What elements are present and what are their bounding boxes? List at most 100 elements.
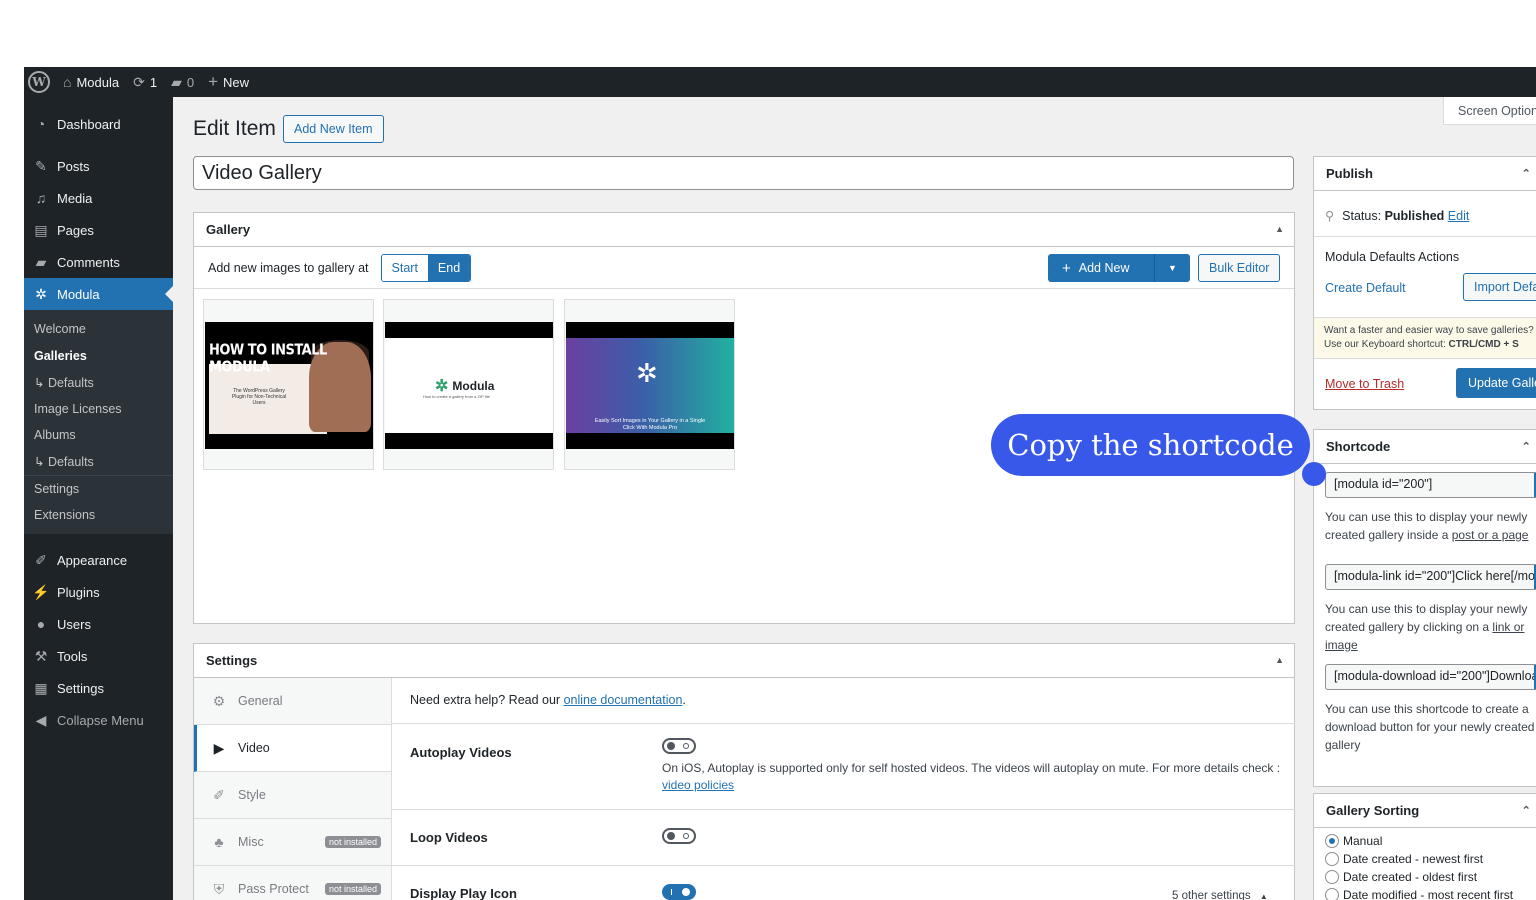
submenu-settings[interactable]: Settings [24, 475, 173, 502]
shortcode-input[interactable]: [modula id="200"] [1325, 472, 1536, 498]
wrench-icon: ⚒ [34, 647, 48, 664]
video-policies-link[interactable]: video policies [662, 778, 734, 792]
collapse-arrow-icon[interactable]: ▲ [1275, 655, 1284, 665]
submenu-galleries[interactable]: Galleries [24, 343, 173, 370]
menu-users[interactable]: ● Users [24, 608, 173, 640]
page-title: Edit Item [193, 117, 276, 140]
play-icon: ▶ [213, 739, 225, 756]
shapes-icon: ♣ [214, 834, 224, 850]
admin-sidebar: ◔ Dashboard ✎ Posts ♫ Media ▤ Pages ▰ Comment… [24, 97, 173, 900]
autoplay-toggle[interactable] [662, 738, 696, 754]
radio-button[interactable] [1325, 888, 1339, 900]
thumbnail-image: The WordPress Gallery Plugin for Non-Tec… [205, 322, 373, 449]
menu-posts[interactable]: ✎ Posts [24, 150, 173, 182]
radio-button[interactable] [1325, 852, 1339, 866]
shortcode-box-header[interactable]: Shortcode ⌃⌄ [1314, 430, 1536, 464]
submenu-albums[interactable]: Albums [24, 422, 173, 449]
pin-icon: ✎ [35, 157, 47, 174]
edit-status-link[interactable]: Edit [1448, 209, 1470, 223]
post-or-page-link[interactable]: post or a page [1452, 528, 1529, 542]
plus-icon: + [1062, 259, 1071, 277]
image-link[interactable]: image [1325, 638, 1358, 652]
move-to-trash-link[interactable]: Move to Trash [1325, 377, 1404, 391]
menu-appearance[interactable]: ✐ Appearance [24, 544, 173, 576]
collapse-arrow-icon[interactable]: ▲ [1275, 224, 1284, 234]
thumbnail-image: ✲ Modula How to create a gallery from a Z… [385, 322, 553, 449]
menu-collapse[interactable]: ◀ Collapse Menu [24, 704, 173, 736]
link-or-image-link[interactable]: link or [1492, 620, 1524, 634]
gallery-sorting-header[interactable]: Gallery Sorting ⌃⌄ [1314, 794, 1536, 828]
page-icon: ▤ [34, 221, 48, 238]
comments-link[interactable]: ▰ 0 [164, 67, 201, 97]
status-badge: not installed [324, 836, 381, 848]
submenu-image-licenses[interactable]: Image Licenses [24, 396, 173, 423]
create-default-link[interactable]: Create Default [1325, 281, 1406, 295]
screen-options-button[interactable]: Screen Options [1443, 97, 1536, 125]
shortcode-description: You can use this shortcode to create a d… [1325, 702, 1535, 752]
wordpress-logo-icon[interactable]: W [28, 71, 50, 93]
new-content-link[interactable]: + New [201, 67, 256, 97]
keyboard-shortcut-notice: Want a faster and easier way to save gal… [1314, 317, 1536, 359]
add-new-item-button[interactable]: Add New Item [283, 115, 384, 143]
gallery-thumbnail[interactable]: ✲ Easily Sort Images in Your Gallery in … [564, 299, 735, 470]
autoplay-setting-row: Autoplay Videos On iOS, Autoplay is supp… [392, 723, 1295, 809]
tab-general[interactable]: ⚙ General [194, 678, 391, 725]
menu-dashboard[interactable]: ◔ Dashboard [24, 108, 173, 140]
comment-icon: ▰ [35, 253, 47, 270]
publish-box-header[interactable]: Publish ⌃⌄ [1314, 157, 1536, 191]
menu-comments[interactable]: ▰ Comments [24, 246, 173, 278]
play-icon-toggle[interactable] [662, 884, 696, 900]
move-arrows-icon[interactable]: ⌃⌄ [1522, 804, 1536, 817]
link-shortcode-input[interactable]: [modula-link id="200"]Click here[/modula… [1325, 564, 1536, 590]
documentation-link[interactable]: online documentation [564, 693, 683, 707]
tab-pass-protect[interactable]: ⛨ Pass Protect not installed [194, 866, 391, 900]
menu-media[interactable]: ♫ Media [24, 182, 173, 214]
gallery-toolbar: Add new images to gallery at Start End +… [194, 247, 1294, 289]
move-arrows-icon[interactable]: ⌃⌄ [1522, 167, 1536, 180]
settings-postbox-header[interactable]: Settings ▲ [194, 644, 1294, 678]
updates-link[interactable]: ⟳ 1 [126, 67, 164, 97]
sort-option-newest[interactable]: Date created - newest first [1325, 850, 1536, 868]
radio-button[interactable] [1325, 870, 1339, 884]
sort-option-oldest[interactable]: Date created - oldest first [1325, 868, 1536, 886]
import-default-button[interactable]: Import Default [1463, 273, 1536, 301]
shortcode-box: Shortcode ⌃⌄ [modula id="200"] You can u… [1313, 429, 1536, 787]
submenu-gallery-defaults[interactable]: ↳ Defaults [24, 369, 173, 396]
download-shortcode-input[interactable]: [modula-download id="200"]Download[/modu… [1325, 664, 1536, 690]
gallery-postbox-header[interactable]: Gallery ▲ [194, 213, 1294, 247]
gallery-thumbnail[interactable]: The WordPress Gallery Plugin for Non-Tec… [203, 299, 374, 470]
end-option[interactable]: End [427, 254, 471, 281]
insert-position-toggle: Start End [380, 253, 472, 282]
other-settings-toggle[interactable]: 5 other settings ▲ [1172, 890, 1268, 900]
settings-tabs: ⚙ General ▶ Video ✐ Style ♣ Misc not installe… [194, 678, 392, 900]
menu-tools[interactable]: ⚒ Tools [24, 640, 173, 672]
shortcode-description: You can use this to display your newly c… [1325, 602, 1528, 652]
post-title-input[interactable]: Video Gallery [193, 156, 1294, 190]
sort-option-modified[interactable]: Date modified - most recent first [1325, 886, 1536, 900]
brush-icon: ✐ [213, 786, 225, 803]
start-option[interactable]: Start [381, 254, 428, 281]
submenu-welcome[interactable]: Welcome [24, 316, 173, 343]
add-new-media-button[interactable]: + Add New ▼ [1048, 254, 1190, 282]
settings-icon: ▦ [34, 679, 48, 696]
gallery-thumbnail[interactable]: ✲ Modula How to create a gallery from a Z… [383, 299, 554, 470]
move-arrows-icon[interactable]: ⌃⌄ [1522, 440, 1536, 453]
comment-icon: ▰ [171, 73, 182, 90]
submenu-extensions[interactable]: Extensions [24, 502, 173, 529]
menu-pages[interactable]: ▤ Pages [24, 214, 173, 246]
loop-toggle[interactable] [662, 828, 696, 844]
tab-misc[interactable]: ♣ Misc not installed [194, 819, 391, 866]
tab-video[interactable]: ▶ Video [194, 725, 391, 772]
menu-modula[interactable]: ✲ Modula [24, 278, 173, 310]
modula-logo-icon: ✲ [435, 378, 449, 395]
tab-style[interactable]: ✐ Style [194, 772, 391, 819]
bulk-editor-button[interactable]: Bulk Editor [1198, 254, 1281, 282]
radio-button[interactable] [1325, 834, 1339, 848]
menu-plugins[interactable]: ⚡ Plugins [24, 576, 173, 608]
menu-settings[interactable]: ▦ Settings [24, 672, 173, 704]
sort-option-manual[interactable]: Manual [1325, 832, 1536, 850]
submenu-album-defaults[interactable]: ↳ Defaults [24, 449, 173, 476]
chevron-down-icon[interactable]: ▼ [1154, 254, 1190, 282]
update-gallery-button[interactable]: Update Gallery [1456, 368, 1536, 398]
site-name-link[interactable]: ⌂ Modula [56, 67, 126, 97]
